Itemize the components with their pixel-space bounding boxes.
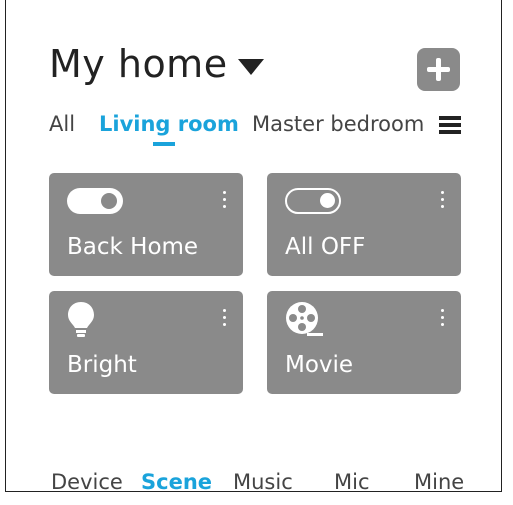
scene-card-bright[interactable]: Bright <box>49 291 243 394</box>
lightbulb-icon <box>68 302 94 337</box>
caret-down-icon <box>237 59 264 75</box>
nav-mine[interactable]: Mine <box>414 470 464 494</box>
more-options-icon[interactable] <box>441 191 445 209</box>
hamburger-menu-icon[interactable] <box>439 116 461 134</box>
toggle-off-icon <box>285 188 341 214</box>
room-tabs: All Living room Master bedroom <box>49 112 469 152</box>
nav-scene[interactable]: Scene <box>141 470 212 494</box>
more-options-icon[interactable] <box>223 191 227 209</box>
scene-label: Movie <box>285 352 354 378</box>
tab-all[interactable]: All <box>49 112 75 136</box>
add-button[interactable] <box>417 48 460 91</box>
home-title: My home <box>49 42 228 86</box>
scene-label: All OFF <box>285 234 366 260</box>
tab-living-room[interactable]: Living room <box>99 112 239 136</box>
bottom-navigation: Device Scene Music Mic Mine <box>0 470 513 500</box>
home-selector[interactable]: My home <box>49 42 264 86</box>
app-frame: My home All Living room Master bedroom B… <box>5 0 502 492</box>
scene-label: Bright <box>67 352 137 378</box>
more-options-icon[interactable] <box>441 309 445 327</box>
tab-master-bedroom[interactable]: Master bedroom <box>252 112 424 136</box>
scene-card-back-home[interactable]: Back Home <box>49 173 243 276</box>
more-options-icon[interactable] <box>223 309 227 327</box>
toggle-on-icon <box>67 188 123 214</box>
nav-music[interactable]: Music <box>233 470 293 494</box>
nav-mic[interactable]: Mic <box>334 470 370 494</box>
nav-device[interactable]: Device <box>51 470 123 494</box>
scene-card-all-off[interactable]: All OFF <box>267 173 461 276</box>
active-tab-indicator <box>153 142 175 146</box>
scene-label: Back Home <box>67 234 199 260</box>
film-reel-icon <box>286 302 323 336</box>
scene-card-movie[interactable]: Movie <box>267 291 461 394</box>
